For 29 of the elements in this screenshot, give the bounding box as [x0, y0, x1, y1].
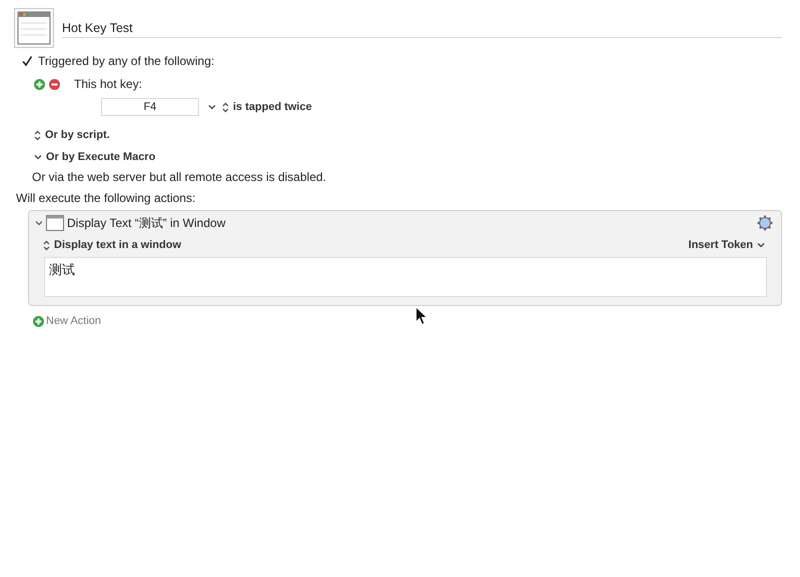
mouse-cursor-icon [415, 306, 428, 326]
action-title: Display Text “测试” in Window [67, 214, 226, 232]
trigger-label: Triggered by any of the following: [38, 54, 214, 68]
add-icon[interactable] [34, 78, 45, 90]
window-icon [46, 215, 64, 231]
chevron-down-icon [34, 154, 42, 160]
gear-icon[interactable] [757, 215, 773, 231]
actions-heading: Will execute the following actions: [16, 191, 196, 205]
macro-name-field[interactable]: Hot Key Test [62, 21, 782, 38]
macro-window-icon [14, 8, 54, 48]
disclosure-icon[interactable] [35, 219, 43, 227]
new-action-button[interactable]: New Action [33, 315, 102, 327]
trigger-checkbox[interactable] [20, 54, 33, 68]
chevron-down-icon[interactable] [208, 104, 216, 110]
hotkey-field[interactable]: F4 [101, 98, 199, 116]
display-mode-popup[interactable]: Display text in a window [43, 239, 182, 251]
text-area[interactable]: 测试 [44, 257, 767, 297]
hotkey-label: This hot key: [74, 77, 142, 91]
add-icon [33, 316, 44, 326]
up-down-arrows-icon [43, 240, 50, 250]
up-down-arrows-icon [34, 130, 41, 140]
script-popup[interactable]: Or by script. [34, 129, 110, 141]
execute-macro-disclosure[interactable]: Or by Execute Macro [34, 151, 156, 163]
remove-icon[interactable] [49, 78, 60, 90]
insert-token-menu[interactable]: Insert Token [688, 239, 765, 251]
web-server-note: Or via the web server but all remote access is disabled. [32, 170, 328, 184]
tap-mode-popup[interactable]: is tapped twice [222, 101, 312, 113]
chevron-down-icon [757, 242, 765, 248]
up-down-arrows-icon [222, 102, 229, 112]
